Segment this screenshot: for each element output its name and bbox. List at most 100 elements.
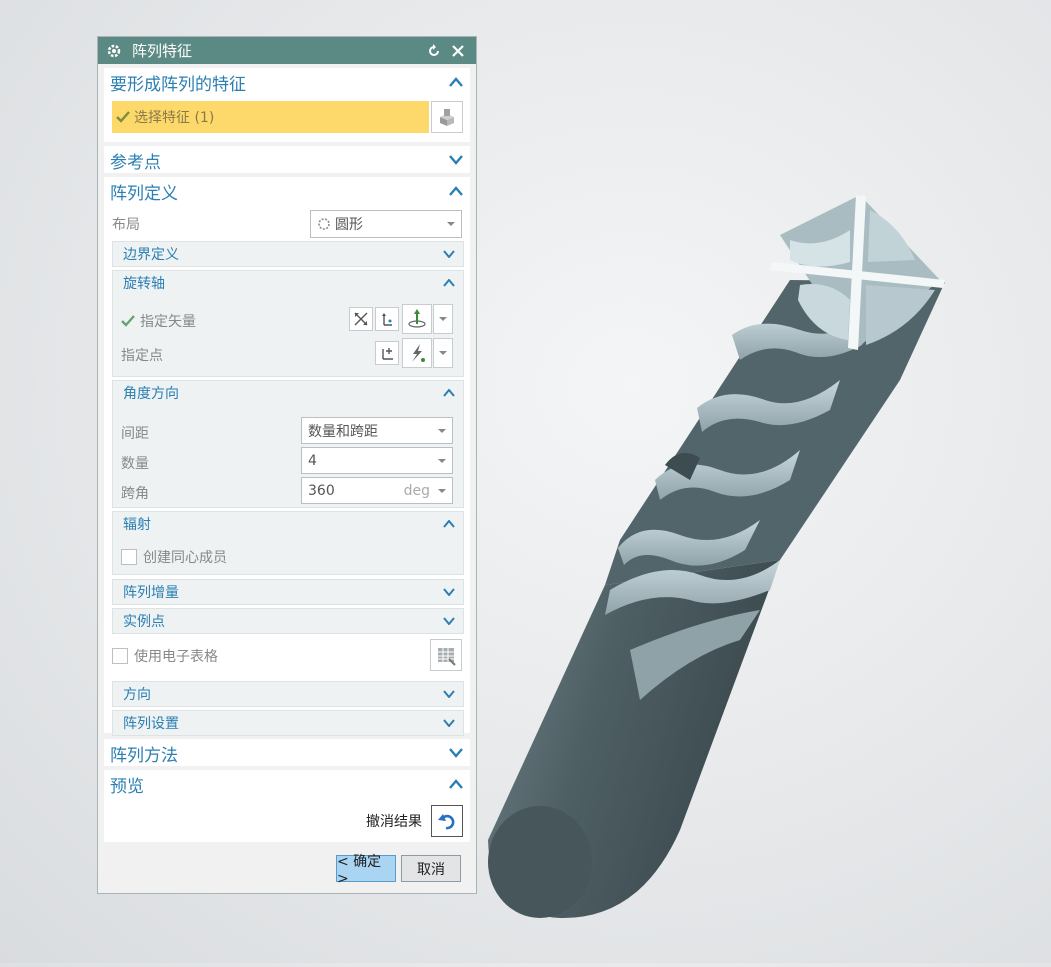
radiate-header[interactable]: 辐射 (113, 512, 463, 536)
boundary-header[interactable]: 边界定义 (113, 242, 463, 266)
reference-point-group: 参考点 (104, 146, 470, 173)
use-spreadsheet-label: 使用电子表格 (134, 649, 218, 665)
reference-point-header[interactable]: 参考点 (104, 146, 470, 174)
chevron-up-icon (441, 387, 457, 399)
dropdown-caret-icon (438, 428, 446, 433)
rotation-axis-subgroup: 旋转轴 指定矢量 指定点 (112, 270, 464, 377)
preview-header[interactable]: 预览 (104, 770, 470, 798)
inferred-point-button[interactable] (402, 338, 432, 368)
inferred-vector-icon (408, 309, 426, 328)
span-input[interactable]: 360 deg (301, 477, 453, 504)
specify-vector-row: 指定矢量 (121, 311, 196, 331)
pattern-method-group: 阵列方法 (104, 739, 470, 766)
pattern-increment-subgroup: 阵列增量 (112, 579, 464, 605)
features-group-header[interactable]: 要形成阵列的特征 (104, 68, 470, 96)
chevron-down-icon (441, 717, 457, 729)
dropdown-caret-icon (439, 351, 447, 355)
undo-result-label: 撤消结果 (366, 814, 422, 830)
point-dialog-button[interactable] (375, 341, 399, 365)
use-spreadsheet-checkbox[interactable] (112, 648, 128, 664)
vector-dialog-button[interactable] (375, 307, 399, 331)
specify-vector-label: 指定矢量 (140, 314, 196, 330)
layout-label: 布局 (112, 217, 140, 233)
feature-finder-button[interactable] (431, 101, 463, 133)
check-icon (116, 110, 130, 124)
pattern-increment-header[interactable]: 阵列增量 (113, 580, 463, 604)
dropdown-caret-icon (439, 317, 447, 321)
reset-icon[interactable] (424, 41, 444, 61)
pattern-definition-label: 阵列定义 (110, 183, 178, 204)
preview-group: 预览 撤消结果 (104, 770, 470, 842)
span-value: 360 (308, 482, 335, 499)
point-options-dropdown[interactable] (433, 338, 453, 368)
chevron-down-icon (441, 248, 457, 260)
inferred-vector-button[interactable] (402, 304, 432, 334)
ok-button[interactable]: < 确定 > (336, 854, 396, 887)
dialog-titlebar[interactable]: 阵列特征 (98, 37, 476, 64)
rotation-axis-label: 旋转轴 (123, 276, 165, 292)
chevron-up-icon (448, 778, 464, 790)
chevron-down-icon (441, 615, 457, 627)
spreadsheet-icon (438, 648, 456, 666)
select-feature-row[interactable]: 选择特征 (1) (112, 101, 429, 133)
count-label: 数量 (121, 456, 149, 472)
chevron-down-icon (441, 586, 457, 598)
chevron-up-icon (441, 518, 457, 530)
instance-point-header[interactable]: 实例点 (113, 609, 463, 633)
cancel-button[interactable]: 取消 (401, 855, 461, 882)
span-label: 跨角 (121, 486, 149, 502)
features-group-label: 要形成阵列的特征 (110, 74, 246, 95)
boundary-subgroup: 边界定义 (112, 241, 464, 267)
dropdown-caret-icon (447, 222, 455, 226)
spreadsheet-button[interactable] (430, 639, 462, 671)
reverse-direction-button[interactable] (349, 307, 373, 331)
vector-icon (382, 313, 392, 326)
rotation-axis-header[interactable]: 旋转轴 (113, 271, 463, 295)
count-value: 4 (308, 452, 317, 469)
layout-select[interactable]: 圆形 (310, 210, 462, 238)
undo-result-button[interactable] (431, 805, 463, 837)
gear-icon (106, 43, 122, 59)
reverse-direction-icon (354, 312, 368, 326)
pattern-feature-dialog: 阵列特征 要形成阵列的特征 选择特征 (1) 参考点 阵列定义 布局 圆形 边界… (97, 36, 477, 894)
preview-label: 预览 (110, 776, 144, 797)
pattern-definition-header[interactable]: 阵列定义 (104, 177, 470, 205)
select-feature-label: 选择特征 (1) (134, 110, 215, 126)
point-icon (382, 348, 393, 360)
angle-direction-subgroup: 角度方向 间距 数量和跨距 数量 4 跨角 360 deg (112, 380, 464, 508)
use-spreadsheet-row[interactable]: 使用电子表格 (112, 646, 218, 666)
orientation-header[interactable]: 方向 (113, 682, 463, 706)
pattern-settings-label: 阵列设置 (123, 716, 179, 732)
pattern-method-label: 阵列方法 (110, 745, 178, 766)
concentric-label: 创建同心成员 (143, 550, 227, 566)
pattern-settings-header[interactable]: 阵列设置 (113, 711, 463, 735)
radiate-subgroup: 辐射 创建同心成员 (112, 511, 464, 575)
features-group: 要形成阵列的特征 选择特征 (1) (104, 68, 470, 142)
angle-direction-label: 角度方向 (123, 386, 179, 402)
dialog-title: 阵列特征 (132, 42, 193, 60)
spacing-select[interactable]: 数量和跨距 (301, 417, 453, 444)
pattern-method-header[interactable]: 阵列方法 (104, 739, 470, 767)
close-icon[interactable] (448, 41, 468, 61)
radiate-label: 辐射 (123, 517, 151, 533)
angle-direction-header[interactable]: 角度方向 (113, 381, 463, 405)
chevron-up-icon (448, 76, 464, 88)
concentric-checkbox[interactable] (121, 549, 137, 565)
pattern-settings-subgroup: 阵列设置 (112, 710, 464, 736)
concentric-members-row[interactable]: 创建同心成员 (121, 547, 227, 567)
undo-icon (438, 814, 455, 830)
boundary-label: 边界定义 (123, 247, 179, 263)
chevron-up-icon (448, 185, 464, 197)
chevron-down-icon (448, 154, 464, 166)
chevron-down-icon (441, 688, 457, 700)
chevron-down-icon (448, 747, 464, 759)
count-input[interactable]: 4 (301, 447, 453, 474)
dropdown-caret-icon (438, 458, 446, 463)
span-unit: deg (403, 482, 430, 499)
inferred-point-icon (412, 344, 425, 362)
reference-point-label: 参考点 (110, 152, 161, 173)
block-icon (440, 109, 454, 126)
vector-options-dropdown[interactable] (433, 304, 453, 334)
specify-point-label: 指定点 (121, 348, 163, 364)
instance-point-label: 实例点 (123, 614, 165, 630)
